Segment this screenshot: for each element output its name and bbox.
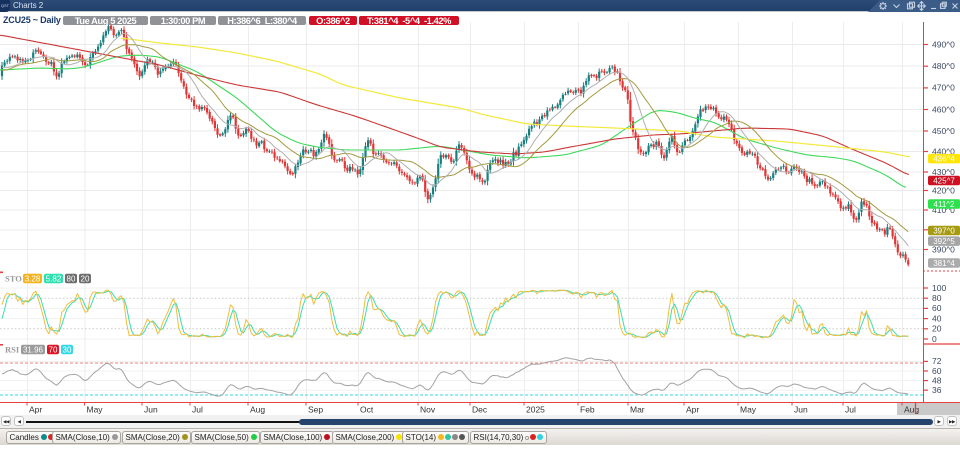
- svg-text:490^0: 490^0: [932, 39, 955, 49]
- svg-text:450^0: 450^0: [932, 126, 955, 136]
- svg-text:48: 48: [932, 375, 942, 385]
- svg-text:436^4: 436^4: [933, 155, 955, 164]
- svg-text:Jul: Jul: [192, 405, 203, 415]
- svg-text:2025: 2025: [526, 405, 545, 415]
- svg-text:Apr: Apr: [686, 405, 699, 415]
- svg-text:Feb: Feb: [580, 405, 595, 415]
- svg-text:Sep: Sep: [308, 405, 323, 415]
- svg-text:411^2: 411^2: [934, 200, 956, 209]
- svg-text:20: 20: [81, 275, 90, 284]
- svg-text:Apr: Apr: [29, 405, 42, 415]
- svg-text:Nov: Nov: [420, 405, 436, 415]
- svg-text:480^0: 480^0: [932, 61, 955, 71]
- svg-text:381^4: 381^4: [933, 259, 955, 268]
- svg-text:31.96: 31.96: [23, 346, 44, 355]
- svg-text:Jun: Jun: [794, 405, 808, 415]
- svg-text:Jul: Jul: [845, 405, 856, 415]
- svg-text:Mar: Mar: [630, 405, 645, 415]
- svg-text:100: 100: [932, 283, 946, 293]
- svg-text:20: 20: [932, 324, 942, 334]
- svg-text:Aug: Aug: [250, 405, 265, 415]
- svg-text:470^0: 470^0: [932, 83, 955, 93]
- svg-text:425^7: 425^7: [933, 177, 955, 186]
- svg-text:420^0: 420^0: [932, 185, 955, 195]
- svg-text:430^0: 430^0: [932, 167, 955, 177]
- svg-text:May: May: [87, 405, 104, 415]
- svg-text:Aug: Aug: [904, 405, 919, 415]
- svg-text:RSI: RSI: [5, 345, 20, 355]
- svg-text:36: 36: [932, 385, 942, 395]
- svg-text:30: 30: [63, 346, 72, 355]
- svg-text:80: 80: [932, 293, 942, 303]
- svg-text:Oct: Oct: [360, 405, 374, 415]
- svg-text:392^5: 392^5: [933, 237, 955, 246]
- svg-text:72: 72: [932, 356, 942, 366]
- svg-text:Dec: Dec: [472, 405, 488, 415]
- svg-text:80: 80: [67, 275, 76, 284]
- svg-text:Jun: Jun: [144, 405, 158, 415]
- svg-text:60: 60: [932, 303, 942, 313]
- svg-text:60: 60: [932, 366, 942, 376]
- svg-text:397^0: 397^0: [933, 227, 955, 236]
- svg-text:70: 70: [49, 346, 58, 355]
- svg-text:40: 40: [932, 313, 942, 323]
- svg-text:May: May: [740, 405, 757, 415]
- svg-text:460^0: 460^0: [932, 104, 955, 114]
- svg-text:STO: STO: [5, 274, 22, 284]
- svg-text:3.28: 3.28: [25, 275, 41, 284]
- svg-text:0: 0: [932, 334, 937, 344]
- svg-text:5.82: 5.82: [46, 275, 62, 284]
